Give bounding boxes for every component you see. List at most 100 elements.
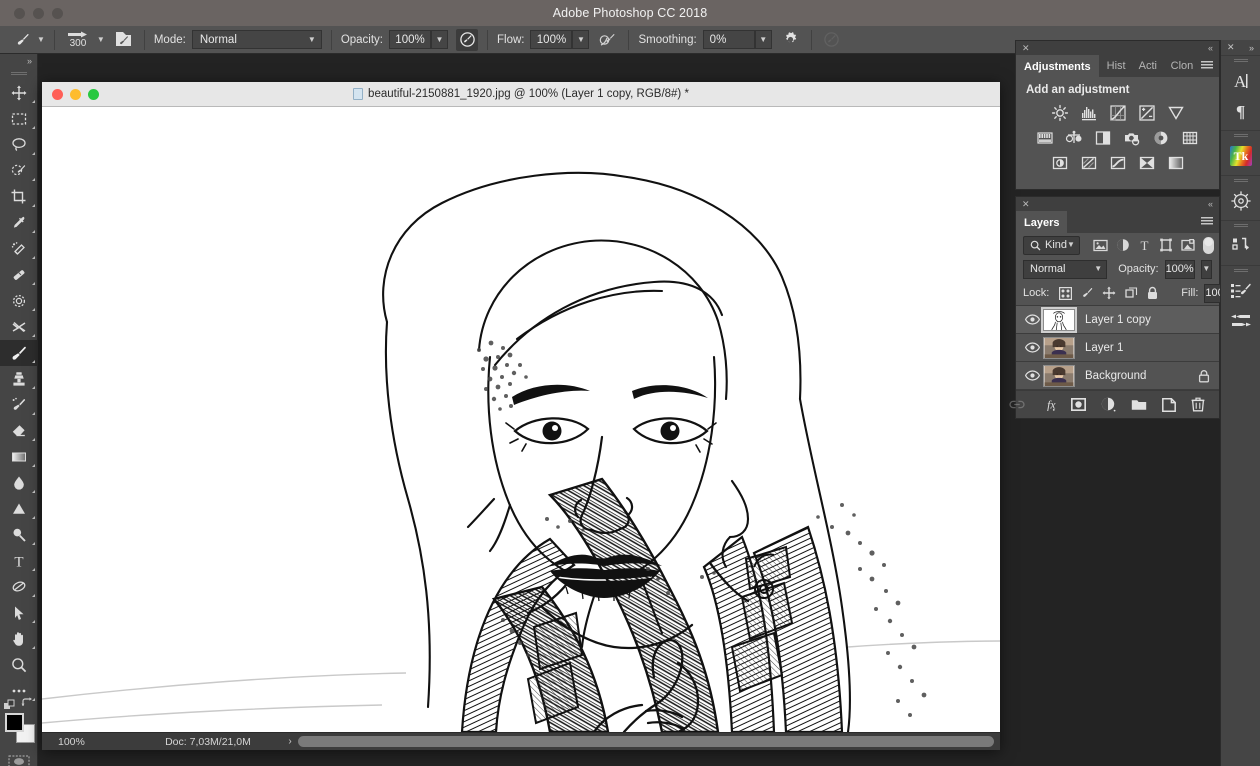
add-layer-mask-icon[interactable]	[1071, 397, 1086, 413]
smoothing-input[interactable]: 0%	[703, 30, 755, 49]
flow-input[interactable]: 100%	[530, 30, 572, 49]
close-icon[interactable]: ✕	[1022, 43, 1030, 54]
selective-color-icon[interactable]	[1166, 154, 1186, 172]
delete-layer-icon[interactable]	[1191, 397, 1205, 413]
paragraph-panel-icon[interactable]: ¶	[1221, 96, 1260, 126]
adjustment-layers-filter-icon[interactable]	[1116, 238, 1130, 252]
panel-menu-icon[interactable]	[1201, 61, 1213, 70]
layer-style-fx-icon[interactable]: fx	[1040, 397, 1056, 413]
clone-stamp-tool[interactable]	[0, 366, 38, 392]
rail-drag-grip[interactable]	[1221, 176, 1260, 186]
black-white-icon[interactable]	[1093, 129, 1113, 147]
app-window-controls[interactable]	[14, 8, 63, 19]
rail-drag-grip[interactable]	[1221, 266, 1260, 276]
layer-thumbnail[interactable]	[1043, 337, 1075, 359]
chevron-right-double-icon[interactable]: »	[1249, 43, 1254, 53]
eye-icon[interactable]	[1021, 370, 1043, 381]
marquee-tool[interactable]	[0, 106, 38, 132]
chevron-left-double-icon[interactable]: «	[1208, 43, 1213, 53]
photo-filter-icon[interactable]	[1122, 129, 1142, 147]
gradient-map-icon[interactable]	[1137, 154, 1157, 172]
lock-transparent-pixels-icon[interactable]	[1059, 287, 1072, 300]
brush-panel-icon[interactable]	[113, 29, 135, 51]
tab-actions[interactable]: Acti	[1131, 55, 1163, 77]
canvas[interactable]	[42, 107, 1000, 732]
move-tool[interactable]	[0, 80, 38, 106]
red-eye-tool[interactable]	[0, 314, 38, 340]
layer-blend-mode-select[interactable]: Normal ▼	[1023, 260, 1107, 279]
document-titlebar[interactable]: beautiful-2150881_1920.jpg @ 100% (Layer…	[42, 82, 1000, 107]
eye-icon[interactable]	[1021, 314, 1043, 325]
app-zoom-button[interactable]	[52, 8, 63, 19]
gear-icon[interactable]	[780, 29, 802, 51]
history-panel-icon[interactable]	[1221, 231, 1260, 261]
pen-tool[interactable]	[0, 522, 38, 548]
color-balance-icon[interactable]	[1064, 129, 1084, 147]
app-close-button[interactable]	[14, 8, 25, 19]
horizontal-scrollbar[interactable]	[298, 736, 994, 747]
character-panel-icon[interactable]: A	[1221, 66, 1260, 96]
layer-thumbnail[interactable]	[1043, 365, 1075, 387]
brush-presets-panel-icon[interactable]	[1221, 276, 1260, 306]
filter-toggle-icon[interactable]	[1203, 237, 1214, 254]
properties-panel-icon[interactable]	[1221, 306, 1260, 336]
direct-selection-tool[interactable]	[0, 600, 38, 626]
layer-kind-filter[interactable]: Kind ▼	[1023, 236, 1080, 255]
invert-icon[interactable]	[1050, 154, 1070, 172]
hand-tool[interactable]	[0, 626, 38, 652]
tab-clone-source[interactable]: Clon	[1163, 55, 1195, 77]
brush-size-picker[interactable]: 300 ▼	[64, 30, 105, 49]
blur-tool[interactable]	[0, 470, 38, 496]
quick-mask-icon[interactable]	[0, 750, 38, 766]
table-row[interactable]: Background	[1016, 362, 1219, 390]
chevron-left-double-icon[interactable]: «	[1208, 199, 1213, 209]
rail-drag-grip[interactable]	[1221, 131, 1260, 141]
curves-icon[interactable]	[1108, 104, 1128, 122]
opacity-stepper[interactable]: ▼	[431, 30, 448, 49]
chevron-down-icon[interactable]: ▼	[37, 36, 45, 44]
crop-tool[interactable]	[0, 184, 38, 210]
swap-colors-icon[interactable]	[21, 697, 35, 710]
table-row[interactable]: Layer 1	[1016, 334, 1219, 362]
levels-icon[interactable]	[1079, 104, 1099, 122]
shape-layers-filter-icon[interactable]	[1159, 238, 1173, 252]
lasso-tool[interactable]	[0, 132, 38, 158]
rail-drag-grip[interactable]	[1221, 221, 1260, 231]
smoothing-stepper[interactable]: ▼	[755, 30, 772, 49]
exposure-icon[interactable]	[1137, 104, 1157, 122]
tab-history[interactable]: Hist	[1099, 55, 1131, 77]
document-minimize-button[interactable]	[70, 89, 81, 100]
doc-size[interactable]: Doc: 7,03M/21,0M	[134, 736, 282, 748]
threshold-icon[interactable]	[1108, 154, 1128, 172]
navigator-panel-icon[interactable]	[1221, 186, 1260, 216]
eyedropper-tool[interactable]	[0, 210, 38, 236]
default-colors-icon[interactable]	[3, 699, 16, 712]
brush-tool[interactable]	[0, 340, 38, 366]
vibrance-icon[interactable]	[1166, 104, 1186, 122]
document-close-button[interactable]	[52, 89, 63, 100]
app-minimize-button[interactable]	[33, 8, 44, 19]
layer-opacity-stepper[interactable]: ▼	[1201, 260, 1212, 279]
chevron-right-icon[interactable]: ›	[282, 736, 298, 747]
posterize-icon[interactable]	[1079, 154, 1099, 172]
color-themes-panel-icon[interactable]: Tk	[1221, 141, 1260, 171]
type-layers-filter-icon[interactable]: T	[1138, 238, 1151, 252]
foreground-color-swatch[interactable]	[5, 713, 24, 732]
chevron-down-icon[interactable]: ▼	[97, 36, 105, 44]
rail-drag-grip[interactable]	[1221, 56, 1260, 66]
zoom-level[interactable]: 100%	[42, 736, 134, 748]
tablet-pressure-icon[interactable]	[821, 29, 843, 51]
gradient-tool[interactable]	[0, 444, 38, 470]
path-selection-tool[interactable]	[0, 574, 38, 600]
airbrush-icon[interactable]	[456, 29, 478, 51]
spot-healing-brush-tool[interactable]	[0, 236, 38, 262]
flow-pressure-icon[interactable]	[597, 29, 619, 51]
eraser-tool[interactable]	[0, 418, 38, 444]
new-fill-adjustment-layer-icon[interactable]	[1101, 397, 1116, 413]
panel-menu-icon[interactable]	[1201, 217, 1213, 226]
tab-adjustments[interactable]: Adjustments	[1016, 55, 1099, 77]
new-group-icon[interactable]	[1131, 397, 1147, 413]
link-layers-icon[interactable]	[1009, 397, 1025, 413]
eye-icon[interactable]	[1021, 342, 1043, 353]
document-zoom-button[interactable]	[88, 89, 99, 100]
